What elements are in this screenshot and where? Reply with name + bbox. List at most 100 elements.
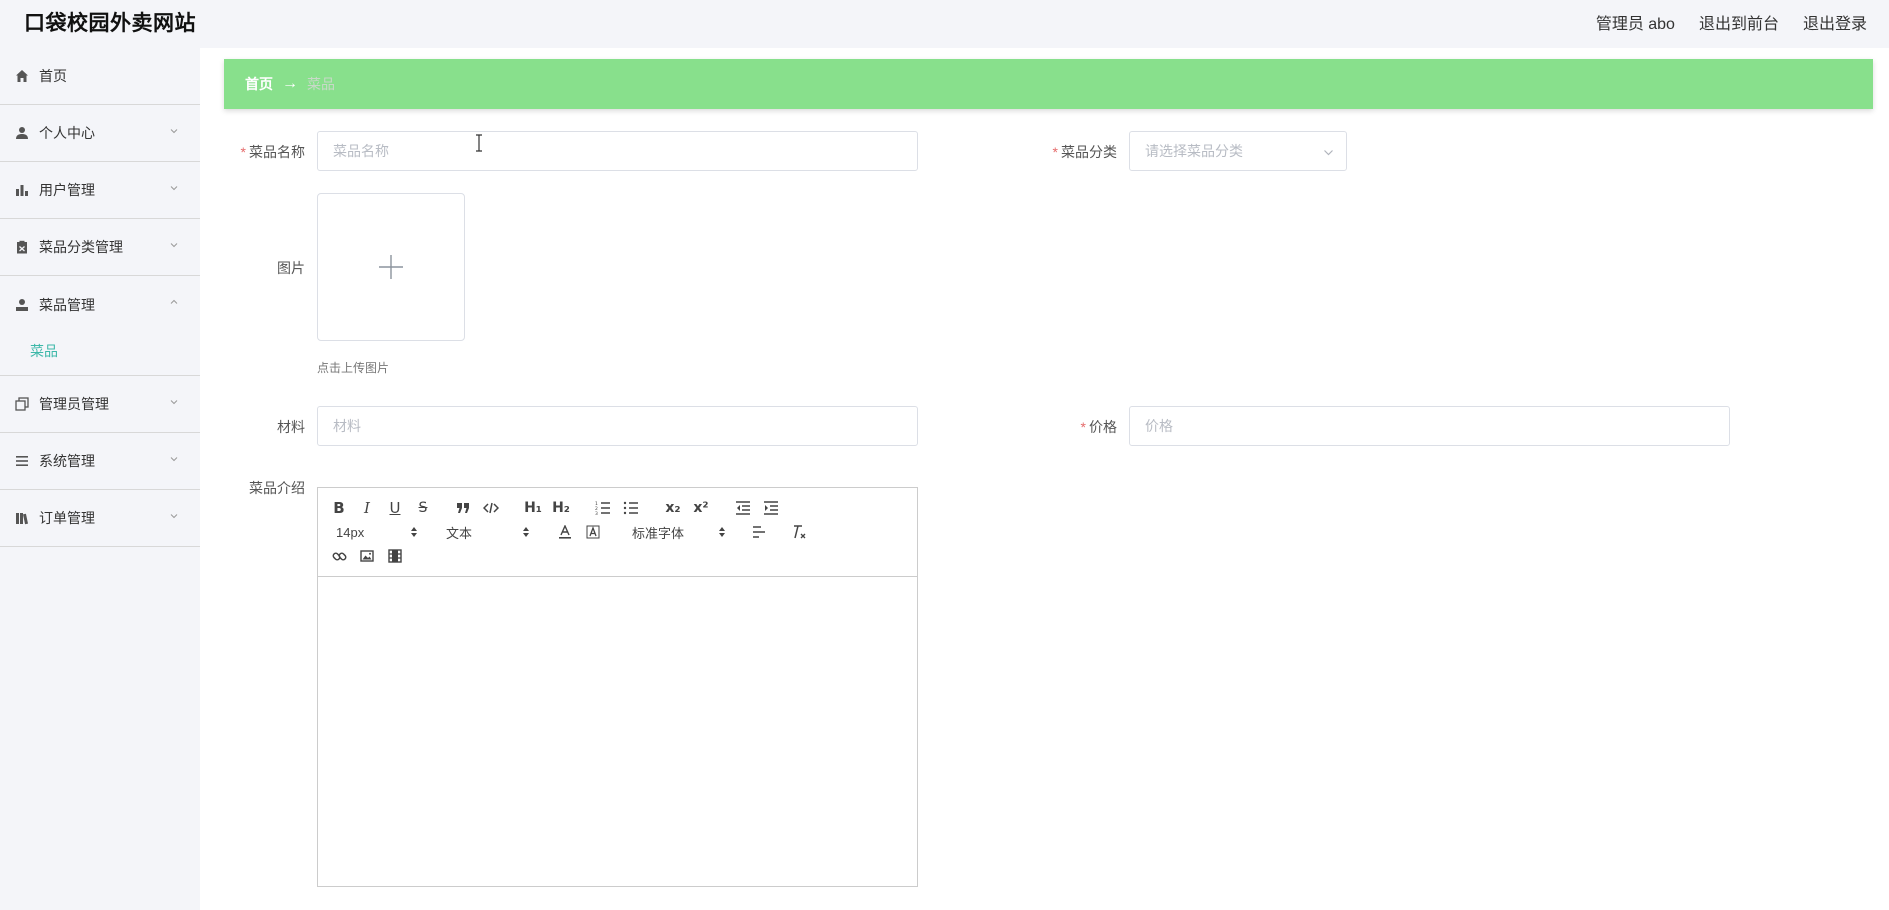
editor-content-area[interactable] (318, 577, 917, 887)
sidebar-item-label: 个人中心 (39, 125, 95, 141)
frontend-link[interactable]: 退出到前台 (1699, 10, 1779, 34)
sidebar-item-label: 菜品管理 (39, 296, 95, 313)
chevron-down-icon (170, 243, 178, 248)
breadcrumb-current: 菜品 (307, 76, 335, 92)
material-label: 材料 (277, 419, 305, 435)
copy-icon (14, 397, 29, 412)
main-content: 首页 → 菜品 *菜品名称 *菜品分类 请选择菜品分类 图片 点击上传图片 材料… (200, 48, 1889, 910)
name-label: * 菜品名称 (240, 144, 305, 160)
logout-link[interactable]: 退出登录 (1803, 10, 1867, 34)
sidebar-item-label: 用户管理 (39, 182, 95, 198)
header-actions: 管理员 abo 退出到前台 退出登录 (1596, 10, 1867, 34)
updown-icon (411, 527, 417, 537)
editor-toolbar: B I U S H₁ H₂ 123 x₂ x² 14px 文本 标准字体 (318, 488, 917, 577)
price-input[interactable] (1129, 406, 1730, 446)
blockquote-icon[interactable] (452, 498, 474, 518)
chevron-down-icon (170, 186, 178, 191)
person-icon (14, 297, 29, 312)
background-color-icon[interactable] (582, 522, 604, 542)
sidebar-item-label: 系统管理 (39, 453, 95, 469)
required-mark: * (240, 144, 246, 160)
sidebar-item-category[interactable]: 菜品分类管理 (0, 219, 200, 276)
code-block-icon[interactable] (480, 498, 502, 518)
sidebar-item-profile[interactable]: 个人中心 (0, 105, 200, 162)
chevron-down-icon (1324, 150, 1333, 156)
sidebar-item-label: 订单管理 (39, 510, 95, 526)
toolbar-row: 14px 文本 标准字体 (328, 520, 907, 544)
admin-label: 管理员 abo (1595, 16, 1675, 33)
sidebar: 首页 个人中心 用户管理 菜品分类管理 菜品管理 菜品 管理员管理 系统管理 订… (0, 48, 200, 910)
sidebar-group-dishes: 菜品管理 菜品 (0, 276, 200, 376)
font-color-icon[interactable] (554, 522, 576, 542)
breadcrumb: 首页 → 菜品 (224, 59, 1873, 109)
category-select[interactable]: 请选择菜品分类 (1129, 131, 1347, 171)
required-mark: * (1052, 144, 1058, 160)
text-cursor-icon (476, 134, 482, 152)
library-icon (14, 511, 29, 526)
bullet-list-icon[interactable] (620, 498, 642, 518)
top-header: 口袋校园外卖网站 管理员 abo 退出到前台 退出登录 (0, 0, 1889, 44)
strike-button[interactable]: S (412, 498, 434, 518)
breadcrumb-separator: → (282, 75, 298, 92)
image-upload[interactable] (317, 193, 465, 341)
updown-icon (719, 527, 725, 537)
category-label: * 菜品分类 (1052, 144, 1117, 160)
home-icon (14, 69, 29, 84)
header-picker-value: 文本 (446, 525, 473, 541)
indent-icon[interactable] (760, 498, 782, 518)
font-size-value: 14px (336, 524, 365, 540)
sidebar-item-users[interactable]: 用户管理 (0, 162, 200, 219)
subscript-button[interactable]: x₂ (662, 498, 684, 518)
bold-button[interactable]: B (328, 498, 350, 518)
list-icon (14, 454, 29, 469)
sidebar-item-label: 管理员管理 (39, 396, 109, 412)
sidebar-item-system[interactable]: 系统管理 (0, 433, 200, 490)
sidebar-item-home[interactable]: 首页 (0, 48, 200, 105)
svg-text:3: 3 (595, 511, 598, 515)
image-icon[interactable] (356, 546, 378, 566)
header-picker[interactable]: 文本 (446, 522, 530, 542)
ordered-list-icon[interactable]: 123 (592, 498, 614, 518)
clear-format-icon[interactable] (788, 522, 810, 542)
intro-label: 菜品介绍 (249, 480, 305, 496)
plus-icon (379, 255, 403, 279)
sidebar-item-dishes[interactable]: 菜品管理 (0, 276, 200, 333)
underline-button[interactable]: U (384, 498, 406, 518)
video-icon[interactable] (384, 546, 406, 566)
price-label: * 价格 (1080, 419, 1117, 435)
sidebar-subitem-dish[interactable]: 菜品 (0, 327, 200, 375)
toolbar-row: B I U S H₁ H₂ 123 x₂ x² (328, 496, 907, 520)
sidebar-item-label: 菜品分类管理 (39, 239, 123, 255)
toolbar-row (328, 544, 907, 568)
bar-chart-icon (14, 183, 29, 198)
rich-text-editor: B I U S H₁ H₂ 123 x₂ x² 14px 文本 标准字体 (317, 487, 918, 887)
sidebar-item-orders[interactable]: 订单管理 (0, 490, 200, 547)
user-icon (14, 126, 29, 141)
superscript-button[interactable]: x² (690, 498, 712, 518)
font-family-value: 标准字体 (632, 525, 685, 541)
updown-icon (523, 527, 529, 537)
upload-tip: 点击上传图片 (317, 361, 390, 375)
chevron-up-icon (170, 299, 178, 304)
chevron-down-icon (170, 457, 178, 462)
required-mark: * (1080, 419, 1086, 435)
sidebar-item-label: 首页 (39, 68, 67, 84)
image-label: 图片 (277, 260, 305, 276)
dish-name-input[interactable] (317, 131, 918, 171)
chevron-down-icon (170, 514, 178, 519)
site-title: 口袋校园外卖网站 (24, 12, 196, 35)
chevron-down-icon (170, 400, 178, 405)
h2-button[interactable]: H₂ (550, 498, 572, 518)
align-left-icon[interactable] (748, 522, 770, 542)
outdent-icon[interactable] (732, 498, 754, 518)
material-input[interactable] (317, 406, 918, 446)
h1-button[interactable]: H₁ (522, 498, 544, 518)
breadcrumb-home[interactable]: 首页 (245, 74, 273, 94)
sidebar-item-admins[interactable]: 管理员管理 (0, 376, 200, 433)
link-icon[interactable] (328, 546, 350, 566)
font-size-picker[interactable]: 14px (336, 522, 418, 542)
font-family-picker[interactable]: 标准字体 (632, 522, 726, 542)
italic-button[interactable]: I (356, 498, 378, 518)
category-placeholder: 请选择菜品分类 (1145, 143, 1243, 159)
chevron-down-icon (170, 129, 178, 134)
